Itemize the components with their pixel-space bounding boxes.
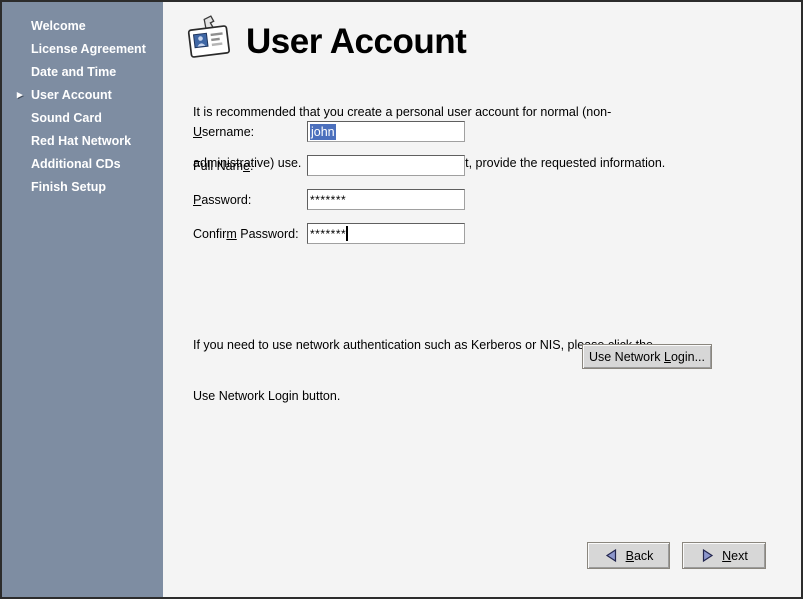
password-label: Password: (193, 193, 307, 207)
wizard-step-sidebar: Welcome License Agreement Date and Time … (2, 2, 163, 597)
username-row: Username: john (193, 121, 465, 142)
current-step-arrow-icon: ▸ (17, 84, 23, 107)
sidebar-item-finish-setup[interactable]: Finish Setup (2, 176, 163, 199)
confirm-password-row: Confirm Password: ******* (193, 223, 465, 244)
username-label: Username: (193, 125, 307, 139)
confirm-password-input[interactable]: ******* (307, 223, 465, 244)
page-header: User Account (186, 14, 466, 69)
masked-password-text: ******* (310, 227, 346, 241)
password-row: Password: ******* (193, 189, 465, 210)
confirm-password-label: Confirm Password: (193, 227, 307, 241)
sidebar-item-welcome[interactable]: Welcome (2, 15, 163, 38)
network-auth-note: If you need to use network authenticatio… (193, 303, 653, 439)
full-name-row: Full Name: (193, 155, 465, 176)
use-network-login-button[interactable]: Use Network Login... (582, 344, 712, 369)
text-caret (346, 226, 348, 241)
sidebar-item-sound-card[interactable]: Sound Card (2, 107, 163, 130)
back-button[interactable]: Back (587, 542, 670, 569)
selected-text: john (310, 124, 336, 140)
full-name-input[interactable] (307, 155, 465, 176)
password-input[interactable]: ******* (307, 189, 465, 210)
setup-wizard-window: Welcome License Agreement Date and Time … (0, 0, 803, 599)
sidebar-item-red-hat-network[interactable]: Red Hat Network (2, 130, 163, 153)
full-name-label: Full Name: (193, 159, 307, 173)
page-title: User Account (246, 22, 466, 62)
username-input[interactable]: john (307, 121, 465, 142)
next-button[interactable]: Next (682, 542, 766, 569)
id-badge-icon (186, 14, 233, 69)
sidebar-item-user-account[interactable]: ▸ User Account (2, 84, 163, 107)
masked-password-text: ******* (310, 193, 346, 207)
back-arrow-icon (604, 548, 619, 563)
next-arrow-icon (700, 548, 715, 563)
main-content: User Account It is recommended that you … (163, 2, 801, 597)
sidebar-item-additional-cds[interactable]: Additional CDs (2, 153, 163, 176)
account-form: Username: john Full Name: Password: ****… (193, 121, 465, 257)
sidebar-item-license-agreement[interactable]: License Agreement (2, 38, 163, 61)
sidebar-item-date-and-time[interactable]: Date and Time (2, 61, 163, 84)
